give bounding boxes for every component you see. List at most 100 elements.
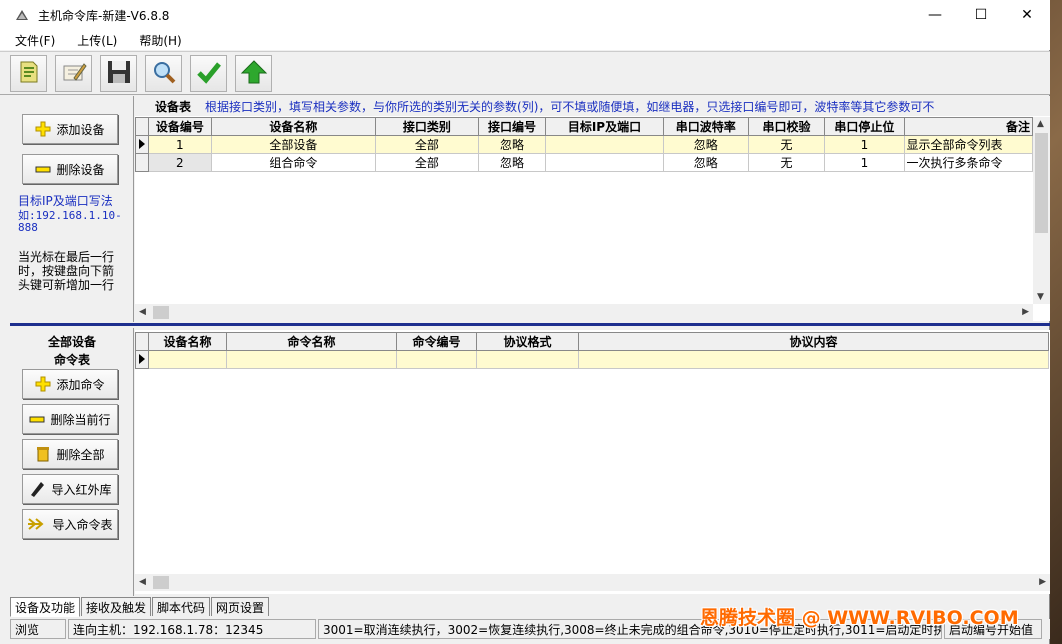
- import-arrow-icon: [27, 516, 47, 532]
- bottom-tabs: 设备及功能 接收及触发 脚本代码 网页设置: [10, 597, 270, 617]
- scroll-thumb[interactable]: [153, 576, 169, 589]
- upload-button[interactable]: [235, 54, 272, 92]
- menu-help[interactable]: 帮助(H): [132, 32, 188, 49]
- add-command-button[interactable]: 添加命令: [22, 369, 118, 399]
- import-ir-label: 导入红外库: [51, 482, 112, 497]
- ip-hint-title: 目标IP及端口写法: [18, 194, 113, 208]
- new-button[interactable]: [10, 54, 47, 92]
- device-table-title: 设备表: [155, 99, 192, 114]
- plus-icon: [35, 376, 51, 392]
- scroll-down-icon[interactable]: ▼: [1037, 292, 1044, 302]
- scroll-left-icon[interactable]: ◀: [139, 577, 146, 587]
- device-table-hscroll[interactable]: ◀ ▶: [135, 304, 1033, 321]
- table-cell[interactable]: 忽略: [662, 135, 749, 154]
- search-button[interactable]: [145, 54, 182, 92]
- tab-web-settings[interactable]: 网页设置: [211, 597, 270, 616]
- tab-receive-trigger[interactable]: 接收及触发: [81, 597, 152, 616]
- window-title: 主机命令库-新建-V6.8.8: [38, 8, 170, 23]
- table-cell[interactable]: 无: [747, 135, 826, 154]
- table-cell[interactable]: 一次执行多条命令: [903, 153, 1033, 172]
- table-cell[interactable]: [476, 350, 579, 369]
- table-cell[interactable]: 全部: [374, 153, 479, 172]
- scroll-right-icon[interactable]: ▶: [1022, 307, 1029, 317]
- table-row[interactable]: 1 全部设备 全部 忽略 忽略 无 1 显示全部命令列表: [135, 135, 1033, 154]
- check-icon: [195, 58, 223, 89]
- scroll-right-icon[interactable]: ▶: [1039, 577, 1046, 587]
- table-row[interactable]: [135, 350, 1049, 369]
- scroll-left-icon[interactable]: ◀: [139, 307, 146, 317]
- delete-row-button[interactable]: 删除当前行: [22, 404, 118, 434]
- maximize-button[interactable]: ☐: [958, 0, 1004, 30]
- table-cell[interactable]: [226, 350, 397, 369]
- table-cell[interactable]: 忽略: [477, 135, 547, 154]
- table-cell[interactable]: 1: [824, 153, 905, 172]
- menu-bar: 文件(F) 上传(L) 帮助(H): [0, 30, 1050, 50]
- close-button[interactable]: ✕: [1004, 0, 1050, 30]
- panel-divider[interactable]: [10, 323, 1050, 326]
- watermark: 恩腾技术圈 @ WWW.RVIBO.COM: [700, 607, 1019, 629]
- menu-upload[interactable]: 上传(L): [70, 32, 124, 49]
- col-header[interactable]: 命令名称: [226, 332, 397, 351]
- edit-button[interactable]: [55, 54, 92, 92]
- device-table-caption: 设备表 根据接口类别，填写相关参数，与你所选的类别无关的参数(列)，可不填或随便…: [135, 96, 1050, 116]
- device-table: 设备编号 设备名称 接口类别 接口编号 目标IP及端口 串口波特率 串口校验 串…: [135, 117, 1033, 172]
- scroll-thumb[interactable]: [1035, 133, 1048, 233]
- row-indicator: [135, 135, 149, 154]
- col-header[interactable]: 协议格式: [476, 332, 579, 351]
- command-table-hscroll[interactable]: ◀ ▶: [135, 574, 1050, 591]
- table-cell[interactable]: 全部设备: [211, 135, 376, 154]
- col-header[interactable]: 串口波特率: [662, 117, 749, 136]
- add-device-button[interactable]: 添加设备: [22, 114, 118, 144]
- delete-device-button[interactable]: 删除设备: [22, 154, 118, 184]
- device-table-viewport: 设备编号 设备名称 接口类别 接口编号 目标IP及端口 串口波特率 串口校验 串…: [135, 117, 1033, 304]
- col-header[interactable]: 设备编号: [147, 117, 213, 136]
- menu-file[interactable]: 文件(F): [8, 32, 62, 49]
- device-table-header: 设备编号 设备名称 接口类别 接口编号 目标IP及端口 串口波特率 串口校验 串…: [135, 117, 1033, 136]
- row-indicator: [135, 153, 149, 172]
- table-cell[interactable]: 1: [824, 135, 905, 154]
- col-header[interactable]: 设备名称: [148, 332, 227, 351]
- table-row[interactable]: 2 组合命令 全部 忽略 忽略 无 1 一次执行多条命令: [135, 153, 1033, 172]
- table-cell[interactable]: 1: [147, 135, 213, 154]
- col-header[interactable]: 接口类别: [374, 117, 479, 136]
- delete-all-button[interactable]: 删除全部: [22, 439, 118, 469]
- col-header[interactable]: 设备名称: [211, 117, 376, 136]
- col-header[interactable]: 串口校验: [747, 117, 826, 136]
- table-cell[interactable]: 显示全部命令列表: [903, 135, 1033, 154]
- device-table-vscroll[interactable]: ▲ ▼: [1033, 117, 1050, 304]
- import-ir-button[interactable]: 导入红外库: [22, 474, 118, 504]
- scroll-thumb[interactable]: [153, 306, 169, 319]
- tab-devices[interactable]: 设备及功能: [10, 597, 81, 617]
- minimize-button[interactable]: —: [912, 0, 958, 30]
- col-header[interactable]: 备注: [903, 117, 1033, 136]
- delete-all-label: 删除全部: [56, 447, 105, 462]
- col-header[interactable]: 协议内容: [578, 332, 1049, 351]
- table-cell[interactable]: 组合命令: [211, 153, 376, 172]
- tab-script[interactable]: 脚本代码: [152, 597, 211, 616]
- col-header[interactable]: 目标IP及端口: [545, 117, 664, 136]
- main-window: 主机命令库-新建-V6.8.8 — ☐ ✕ 文件(F) 上传(L) 帮助(H): [0, 0, 1050, 644]
- table-cell[interactable]: [578, 350, 1049, 369]
- save-button[interactable]: [100, 54, 137, 92]
- col-header[interactable]: 命令编号: [396, 332, 477, 351]
- minus-icon: [35, 161, 51, 177]
- import-table-button[interactable]: 导入命令表: [22, 509, 118, 539]
- table-cell[interactable]: 全部: [374, 135, 479, 154]
- remote-control-icon: [28, 480, 46, 498]
- table-cell[interactable]: 忽略: [662, 153, 749, 172]
- table-cell[interactable]: [396, 350, 477, 369]
- minus-icon: [29, 411, 45, 427]
- device-table-panel: 设备表 根据接口类别，填写相关参数，与你所选的类别无关的参数(列)，可不填或随便…: [135, 96, 1050, 321]
- command-side-panel: 全部设备 命令表 添加命令 删除当前行 删除全部 导入红外库 导入命令表: [10, 328, 134, 596]
- table-cell[interactable]: [545, 153, 664, 172]
- table-cell[interactable]: 2: [147, 153, 213, 172]
- plus-icon: [35, 121, 51, 137]
- table-cell[interactable]: 忽略: [477, 153, 547, 172]
- col-header[interactable]: 串口停止位: [824, 117, 905, 136]
- confirm-button[interactable]: [190, 54, 227, 92]
- table-cell[interactable]: 无: [747, 153, 826, 172]
- col-header[interactable]: 接口编号: [477, 117, 547, 136]
- table-cell[interactable]: [148, 350, 227, 369]
- scroll-up-icon[interactable]: ▲: [1037, 119, 1044, 129]
- table-cell[interactable]: [545, 135, 664, 154]
